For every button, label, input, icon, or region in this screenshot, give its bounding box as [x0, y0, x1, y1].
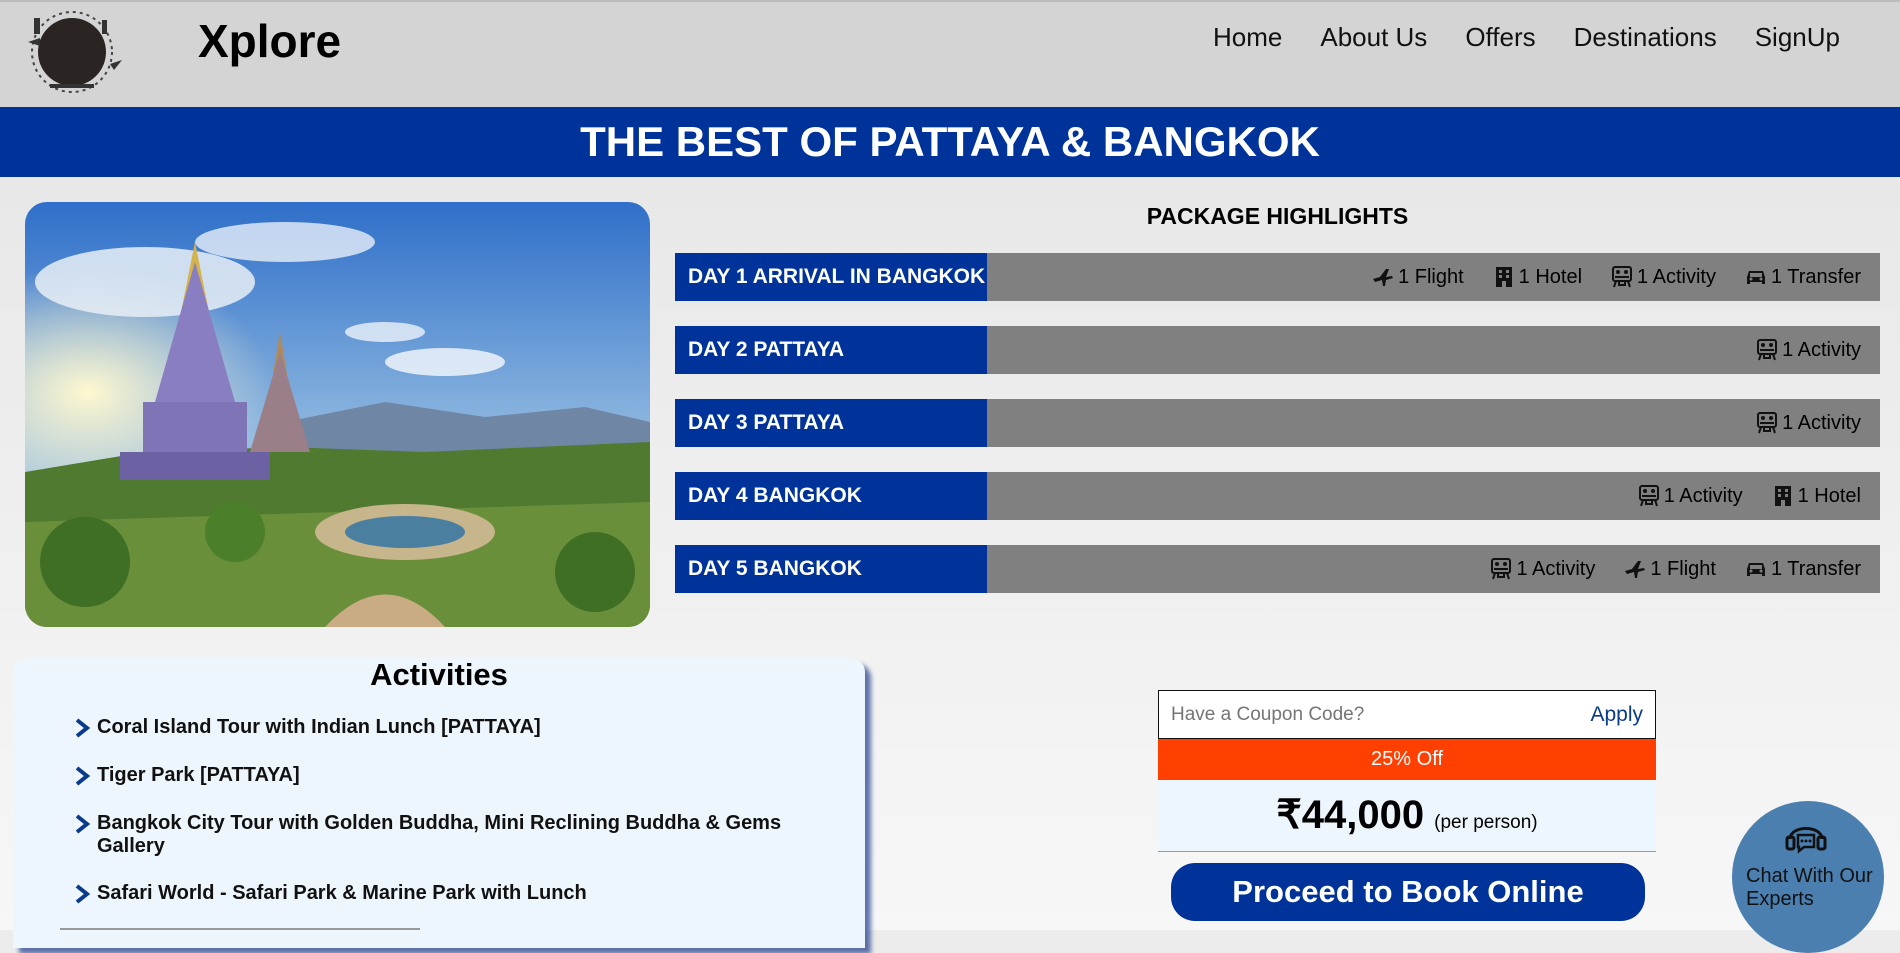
coupon-box: Apply — [1158, 690, 1656, 739]
inclusion-badge: 1 Hotel — [1492, 265, 1582, 289]
inclusion-badge: 1 Activity — [1637, 484, 1743, 508]
activity-icon — [1638, 485, 1659, 507]
activity-text: Coral Island Tour with Indian Lunch [PAT… — [97, 716, 541, 738]
day-label: DAY 1 ARRIVAL IN BANGKOK — [675, 253, 987, 301]
inclusion-badge: 1 Activity — [1489, 557, 1595, 581]
inclusion-text: 1 Activity — [1782, 411, 1861, 434]
day-inclusions: 1 Activity — [987, 338, 1880, 362]
day-label: DAY 4 BANGKOK — [675, 472, 987, 520]
inclusion-text: 1 Transfer — [1770, 265, 1861, 288]
chevron-right-icon — [75, 718, 91, 738]
activity-icon — [1612, 266, 1633, 288]
inclusion-badge: 1 Activity — [1755, 411, 1861, 435]
inclusion-text: 1 Hotel — [1797, 484, 1861, 507]
activities-title: Activities — [370, 657, 508, 692]
inclusion-badge: 1 Hotel — [1771, 484, 1861, 508]
activity-text: Tiger Park [PATTAYA] — [97, 764, 300, 786]
package-highlights-title: PACKAGE HIGHLIGHTS — [1146, 203, 1409, 229]
package-price: ₹44,000 — [1276, 793, 1425, 837]
day-row[interactable]: DAY 4 BANGKOK 1 Activity 1 Hotel — [675, 472, 1880, 520]
day-label: DAY 5 BANGKOK — [675, 545, 987, 593]
nav-about-us[interactable]: About Us — [1320, 22, 1427, 53]
discount-badge: 25% Off — [1158, 739, 1656, 780]
day-row[interactable]: DAY 2 PATTAYA 1 Activity — [675, 326, 1880, 374]
package-title-banner: THE BEST OF PATTAYA & BANGKOK — [0, 107, 1900, 177]
day-label: DAY 3 PATTAYA — [675, 399, 987, 447]
activity-icon — [1757, 339, 1778, 361]
chevron-right-icon — [75, 884, 91, 904]
nav-destinations[interactable]: Destinations — [1574, 22, 1717, 53]
brand-name[interactable]: Xplore — [198, 14, 341, 68]
activity-text: Safari World - Safari Park & Marine Park… — [97, 882, 587, 904]
top-navbar: Xplore Home About Us Offers Destinations… — [0, 0, 1900, 107]
chevron-right-icon — [75, 766, 91, 786]
chat-label: Chat With Our Experts — [1746, 865, 1873, 910]
hotel-icon — [1495, 267, 1512, 287]
flight-icon — [1373, 269, 1394, 286]
globe-logo-icon[interactable] — [10, 4, 134, 96]
inclusion-text: 1 Hotel — [1518, 265, 1583, 288]
proceed-to-book-button[interactable]: Proceed to Book Online — [1171, 863, 1645, 921]
hotel-icon — [1774, 486, 1791, 506]
price-unit: (per person) — [1434, 812, 1538, 833]
inclusion-text: 1 Transfer — [1770, 557, 1861, 580]
car-icon — [1746, 563, 1765, 576]
main-nav: Home About Us Offers Destinations SignUp — [1213, 22, 1840, 53]
activity-item: Safari World - Safari Park & Marine Park… — [73, 882, 797, 906]
inclusion-text: 1 Activity — [1637, 265, 1716, 288]
activity-icon — [1757, 412, 1778, 434]
day-inclusions: 1 Activity 1 Hotel — [987, 484, 1880, 508]
inclusion-badge: 1 Flight — [1371, 265, 1464, 289]
day-row[interactable]: DAY 5 BANGKOK 1 Activity 1 Flight 1 Transfe… — [675, 545, 1880, 593]
activity-icon — [1491, 558, 1512, 580]
day-inclusions: 1 Activity — [987, 411, 1880, 435]
day-inclusions: 1 Flight 1 Hotel 1 Activity 1 Transfer — [987, 265, 1880, 289]
activity-item: Tiger Park [PATTAYA] — [73, 764, 797, 788]
activity-item: Coral Island Tour with Indian Lunch [PAT… — [73, 716, 797, 740]
nav-signup[interactable]: SignUp — [1755, 22, 1840, 53]
car-icon — [1746, 271, 1765, 284]
coupon-input[interactable] — [1159, 702, 1591, 727]
headset-chat-icon — [1785, 827, 1827, 854]
chat-with-experts-button[interactable]: Chat With Our Experts — [1732, 801, 1884, 953]
nav-offers[interactable]: Offers — [1465, 22, 1535, 53]
destination-photo — [25, 202, 650, 627]
inclusion-text: 1 Activity — [1782, 338, 1861, 361]
inclusion-badge: 1 Flight — [1623, 557, 1716, 581]
flight-icon — [1625, 561, 1646, 578]
day-inclusions: 1 Activity 1 Flight 1 Transfer — [987, 557, 1880, 581]
inclusion-text: 1 Flight — [1650, 557, 1716, 580]
inclusion-text: 1 Activity — [1663, 484, 1743, 507]
price-box: ₹44,000 (per person) — [1158, 780, 1656, 852]
day-row[interactable]: DAY 3 PATTAYA 1 Activity — [675, 399, 1880, 447]
activity-item: Bangkok City Tour with Golden Buddha, Mi… — [73, 812, 797, 858]
day-row[interactable]: DAY 1 ARRIVAL IN BANGKOK 1 Flight 1 Hotel 1… — [675, 253, 1880, 301]
inclusion-badge: 1 Activity — [1610, 265, 1716, 289]
main-content: PACKAGE HIGHLIGHTS DAY 1 ARRIVAL IN BANG… — [0, 177, 1900, 953]
apply-coupon-button[interactable]: Apply — [1590, 703, 1643, 727]
inclusion-badge: 1 Activity — [1755, 338, 1861, 362]
nav-home[interactable]: Home — [1213, 22, 1282, 53]
inclusion-text: 1 Flight — [1398, 265, 1464, 288]
activity-text: Bangkok City Tour with Golden Buddha, Mi… — [97, 812, 782, 857]
activities-panel: Activities Coral Island Tour with Indian… — [13, 658, 865, 948]
inclusion-badge: 1 Transfer — [1744, 265, 1861, 289]
inclusion-text: 1 Activity — [1516, 557, 1596, 580]
day-label: DAY 2 PATTAYA — [675, 326, 987, 374]
chevron-right-icon — [75, 814, 91, 834]
inclusion-badge: 1 Transfer — [1744, 557, 1861, 581]
